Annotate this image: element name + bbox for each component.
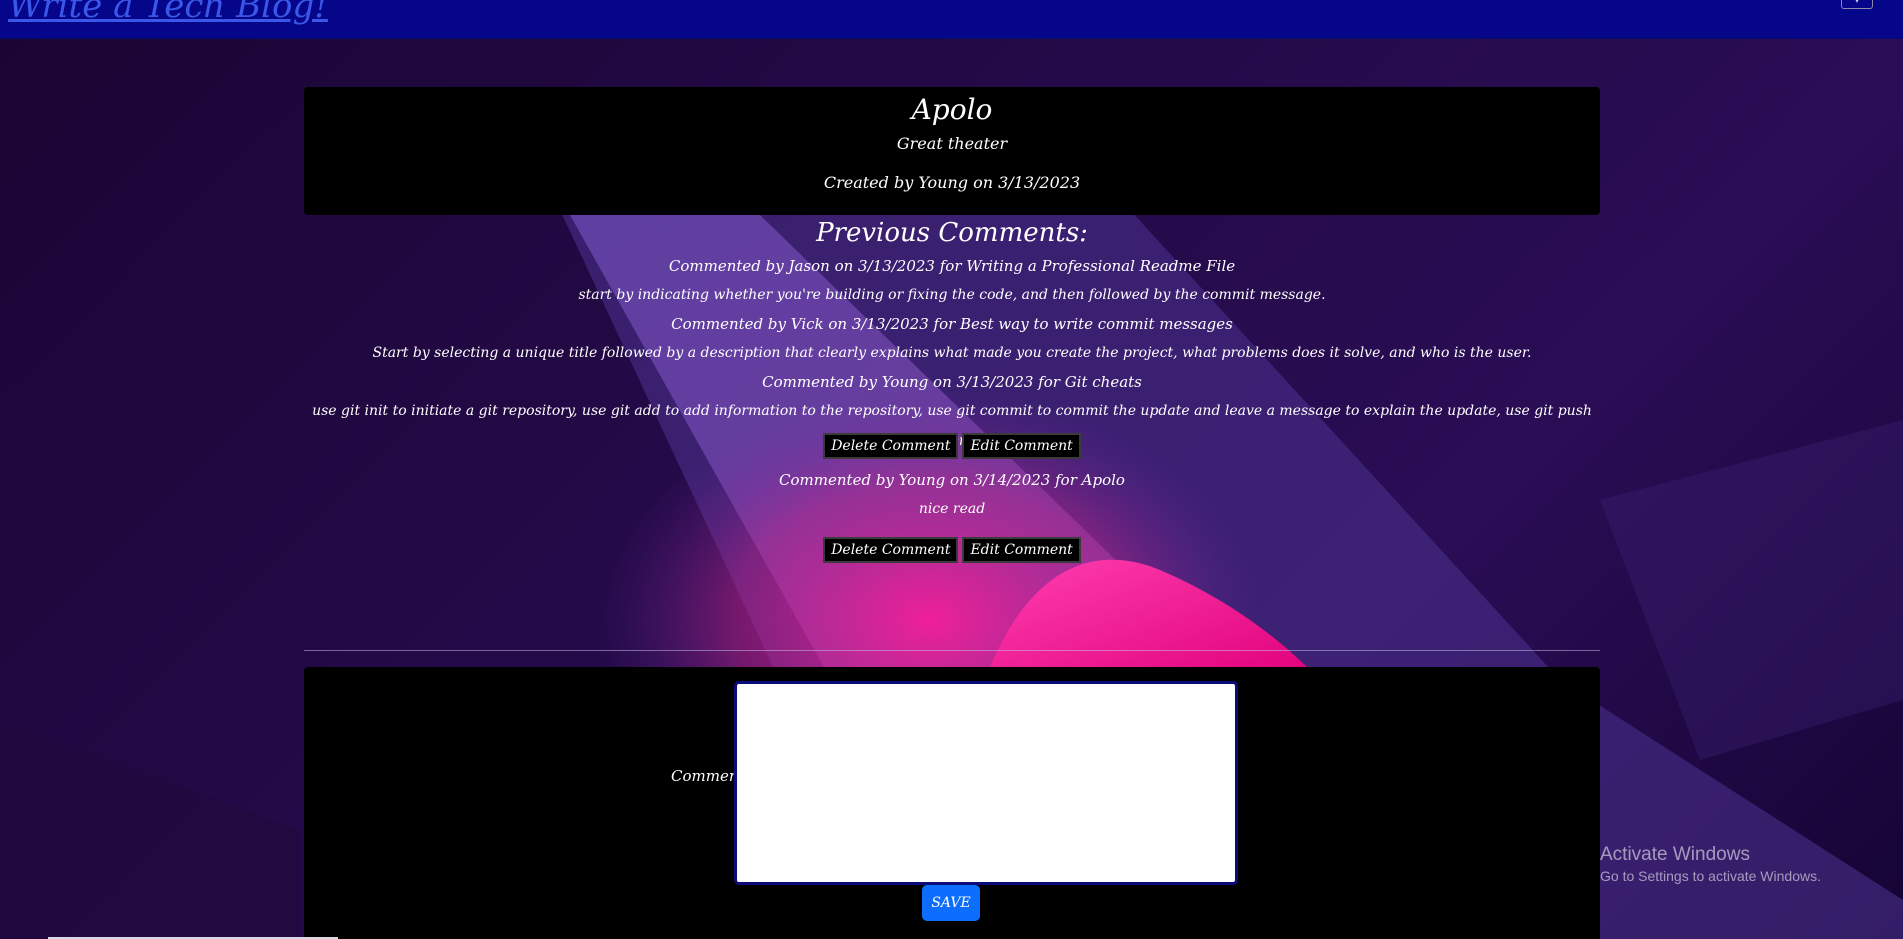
comment-meta: Commented by Young on 3/13/2023 for Git …	[762, 373, 1142, 391]
site-title-link[interactable]: Write a Tech Blog!	[8, 0, 328, 26]
comment-text: Start by selecting a unique title follow…	[372, 345, 1532, 361]
comment-text: start by indicating whether you're build…	[578, 287, 1326, 303]
top-navbar: Write a Tech Blog! ▾	[0, 0, 1903, 39]
comment-text: use git init to initiate a git repositor…	[312, 403, 1592, 449]
comment-meta: Commented by Vick on 3/13/2023 for Best …	[671, 315, 1233, 333]
delete-comment-button[interactable]: Delete Comment	[823, 433, 959, 459]
activate-windows-watermark: Activate Windows Go to Settings to activ…	[1600, 844, 1821, 884]
post-card: Apolo Great theater Created by Young on …	[304, 87, 1600, 215]
activate-windows-subtitle: Go to Settings to activate Windows.	[1600, 868, 1821, 884]
post-description: Great theater	[896, 134, 1008, 153]
comment-item: Commented by Young on 3/14/2023 for Apol…	[304, 466, 1600, 570]
comment-item: Commented by Vick on 3/13/2023 for Best …	[304, 310, 1600, 368]
save-button[interactable]: SAVE	[922, 885, 980, 921]
section-divider	[304, 650, 1600, 651]
comments-section: Previous Comments: Commented by Jason on…	[304, 214, 1600, 570]
activate-windows-title: Activate Windows	[1600, 844, 1750, 865]
comment-form: Comment: SAVE	[304, 667, 1600, 939]
edit-comment-button[interactable]: Edit Comment	[962, 433, 1081, 459]
post-title: Apolo	[911, 93, 993, 126]
comment-meta: Commented by Young on 3/14/2023 for Apol…	[779, 471, 1125, 489]
menu-toggle-icon[interactable]: ▾	[1841, 0, 1873, 9]
comment-meta: Commented by Jason on 3/13/2023 for Writ…	[668, 257, 1236, 275]
comments-heading: Previous Comments:	[816, 218, 1088, 248]
post-meta: Created by Young on 3/13/2023	[823, 173, 1081, 192]
edit-comment-button[interactable]: Edit Comment	[962, 537, 1081, 563]
delete-comment-button[interactable]: Delete Comment	[823, 537, 959, 563]
comment-textarea[interactable]	[734, 681, 1238, 885]
comment-text: nice read	[918, 501, 986, 517]
comment-item: Commented by Jason on 3/13/2023 for Writ…	[304, 252, 1600, 310]
comment-actions: Delete Comment Edit Comment	[304, 530, 1600, 570]
comment-item: Commented by Young on 3/13/2023 for Git …	[304, 368, 1600, 466]
